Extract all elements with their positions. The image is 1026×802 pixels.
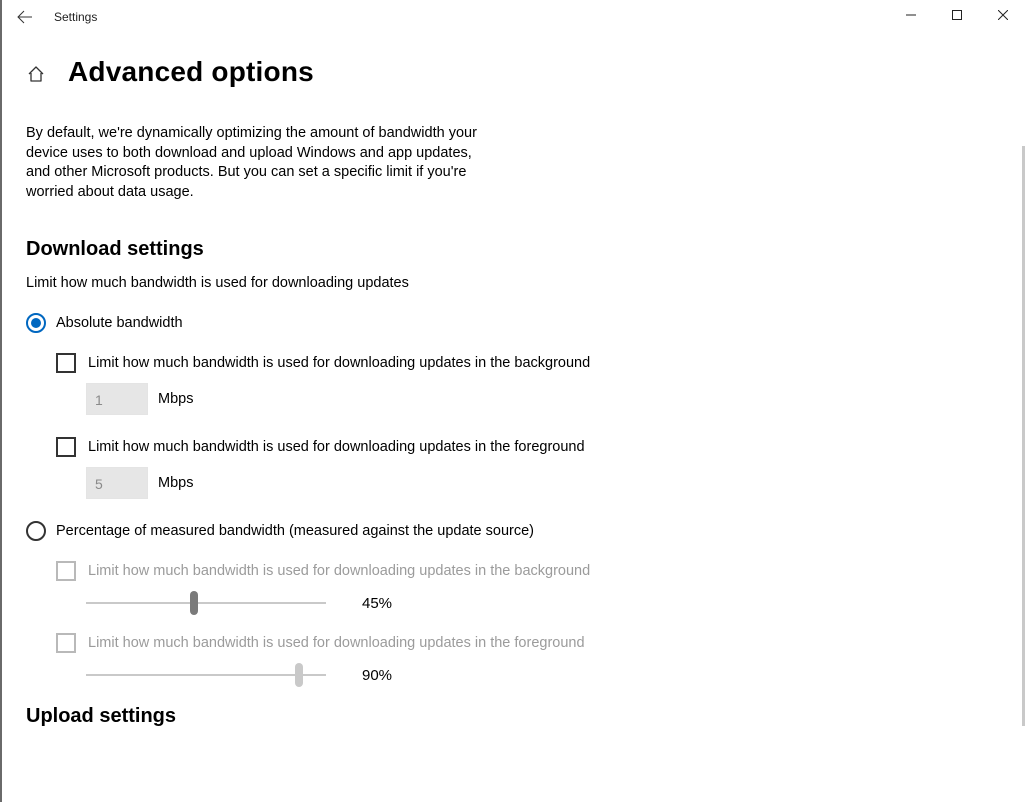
checkbox-icon [56, 437, 76, 457]
checkbox-icon [56, 353, 76, 373]
bg-percentage-slider-row: 45% [86, 591, 958, 615]
window-title: Settings [48, 10, 97, 24]
download-settings-subtext: Limit how much bandwidth is used for dow… [26, 275, 958, 291]
radio-absolute-label: Absolute bandwidth [56, 315, 183, 331]
maximize-icon [952, 10, 962, 20]
bg-mbps-row: 1 Mbps [86, 383, 958, 415]
fg-limit-absolute-label: Limit how much bandwidth is used for dow… [88, 439, 585, 455]
maximize-button[interactable] [934, 0, 980, 30]
radio-icon [26, 521, 46, 541]
bg-limit-absolute-label: Limit how much bandwidth is used for dow… [88, 355, 590, 371]
close-button[interactable] [980, 0, 1026, 30]
titlebar: Settings [2, 0, 1026, 34]
page-body: By default, we're dynamically optimizing… [2, 96, 982, 728]
slider-track [86, 602, 326, 604]
mbps-unit-label: Mbps [158, 391, 193, 407]
radio-icon [26, 313, 46, 333]
radio-percentage-bandwidth[interactable]: Percentage of measured bandwidth (measur… [26, 521, 958, 541]
settings-window: Settings Advanced options By default, [0, 0, 1026, 802]
close-icon [998, 10, 1008, 20]
slider-thumb[interactable] [190, 591, 198, 615]
page-header: Advanced options [2, 34, 1026, 96]
minimize-icon [906, 10, 916, 20]
mbps-unit-label: Mbps [158, 475, 193, 491]
back-button[interactable] [2, 0, 48, 34]
checkbox-icon [56, 561, 76, 581]
checkbox-fg-limit-absolute[interactable]: Limit how much bandwidth is used for dow… [56, 437, 958, 457]
upload-settings-heading: Upload settings [26, 705, 958, 728]
slider-track [86, 674, 326, 676]
radio-absolute-bandwidth[interactable]: Absolute bandwidth [26, 313, 958, 333]
slider-thumb[interactable] [295, 663, 303, 687]
vertical-scrollbar[interactable] [1022, 146, 1025, 726]
percentage-bandwidth-options: Limit how much bandwidth is used for dow… [56, 561, 958, 687]
checkbox-icon [56, 633, 76, 653]
back-arrow-icon [17, 9, 33, 25]
download-settings-heading: Download settings [26, 238, 958, 261]
content-area: Advanced options By default, we're dynam… [2, 34, 1026, 802]
fg-percentage-slider-row: 90% [86, 663, 958, 687]
fg-percentage-slider [86, 663, 326, 687]
absolute-bandwidth-options: Limit how much bandwidth is used for dow… [56, 353, 958, 499]
checkbox-fg-limit-percentage: Limit how much bandwidth is used for dow… [56, 633, 958, 653]
bg-percentage-slider [86, 591, 326, 615]
fg-percentage-value: 90% [362, 667, 392, 684]
home-button[interactable] [26, 64, 46, 84]
bg-mbps-input[interactable]: 1 [86, 383, 148, 415]
bg-percentage-value: 45% [362, 595, 392, 612]
checkbox-bg-limit-absolute[interactable]: Limit how much bandwidth is used for dow… [56, 353, 958, 373]
fg-limit-percentage-label: Limit how much bandwidth is used for dow… [88, 635, 585, 651]
intro-text: By default, we're dynamically optimizing… [26, 124, 486, 202]
system-buttons [888, 0, 1026, 30]
bg-limit-percentage-label: Limit how much bandwidth is used for dow… [88, 563, 590, 579]
checkbox-bg-limit-percentage: Limit how much bandwidth is used for dow… [56, 561, 958, 581]
radio-percentage-label: Percentage of measured bandwidth (measur… [56, 523, 534, 539]
minimize-button[interactable] [888, 0, 934, 30]
fg-mbps-input[interactable]: 5 [86, 467, 148, 499]
fg-mbps-row: 5 Mbps [86, 467, 958, 499]
home-icon [27, 65, 45, 83]
page-title: Advanced options [68, 56, 314, 88]
